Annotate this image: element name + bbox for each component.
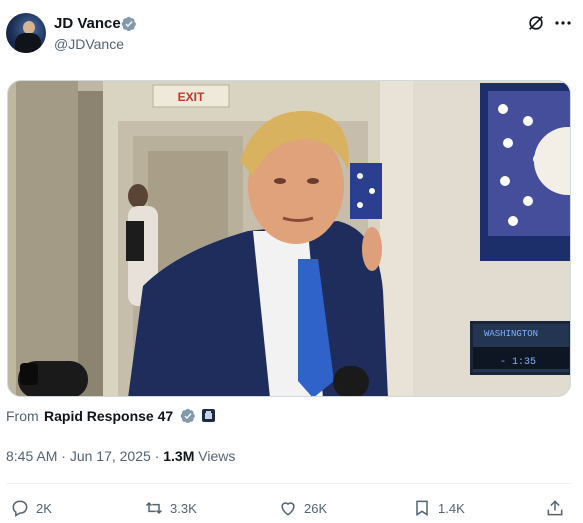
display-location: WASHINGTON [484,329,538,339]
reply-button[interactable]: 2K [10,497,52,519]
repost-count: 3.3K [170,500,197,516]
share-icon [547,500,563,516]
exit-sign: EXIT [178,90,205,104]
reply-count: 2K [36,500,52,516]
bookmark-count: 1.4K [438,500,465,516]
affiliate-badge-icon [202,409,215,422]
more-options-icon[interactable] [553,13,573,33]
grok-icon[interactable] [527,14,545,32]
source-account-name[interactable]: Rapid Response 47 [44,407,173,425]
views-label: Views [194,448,236,464]
bookmark-button[interactable]: 1.4K [412,497,465,519]
like-count: 26K [304,500,328,516]
heart-icon [281,502,295,516]
source-verified-badge-icon [180,408,195,424]
share-button[interactable] [545,497,571,519]
repost-icon [145,501,163,515]
meta-separator: · [150,448,164,464]
display-time: - 1:35 [500,357,536,368]
from-label: From [6,408,39,424]
author-handle[interactable]: @JDVance [54,36,124,53]
bookmark-icon [416,500,428,517]
video-frame-image: EXIT WASHINGTON - 1:35 [8,81,570,396]
post-metadata: 8:45 AM · Jun 17, 2025 · 1.3M Views [6,447,235,465]
divider [6,483,572,484]
reply-icon [12,500,28,517]
post-time[interactable]: 8:45 AM [6,448,57,464]
avatar[interactable] [6,13,46,53]
views-count: 1.3M [163,448,195,464]
like-button[interactable]: 26K [278,497,327,519]
verified-badge-icon [121,16,136,32]
video-media[interactable]: EXIT WASHINGTON - 1:35 [7,80,571,397]
meta-separator: · [57,448,70,464]
author-name[interactable]: JD Vance [54,15,121,33]
post-date[interactable]: Jun 17, 2025 [70,448,151,464]
repost-button[interactable]: 3.3K [144,497,197,519]
